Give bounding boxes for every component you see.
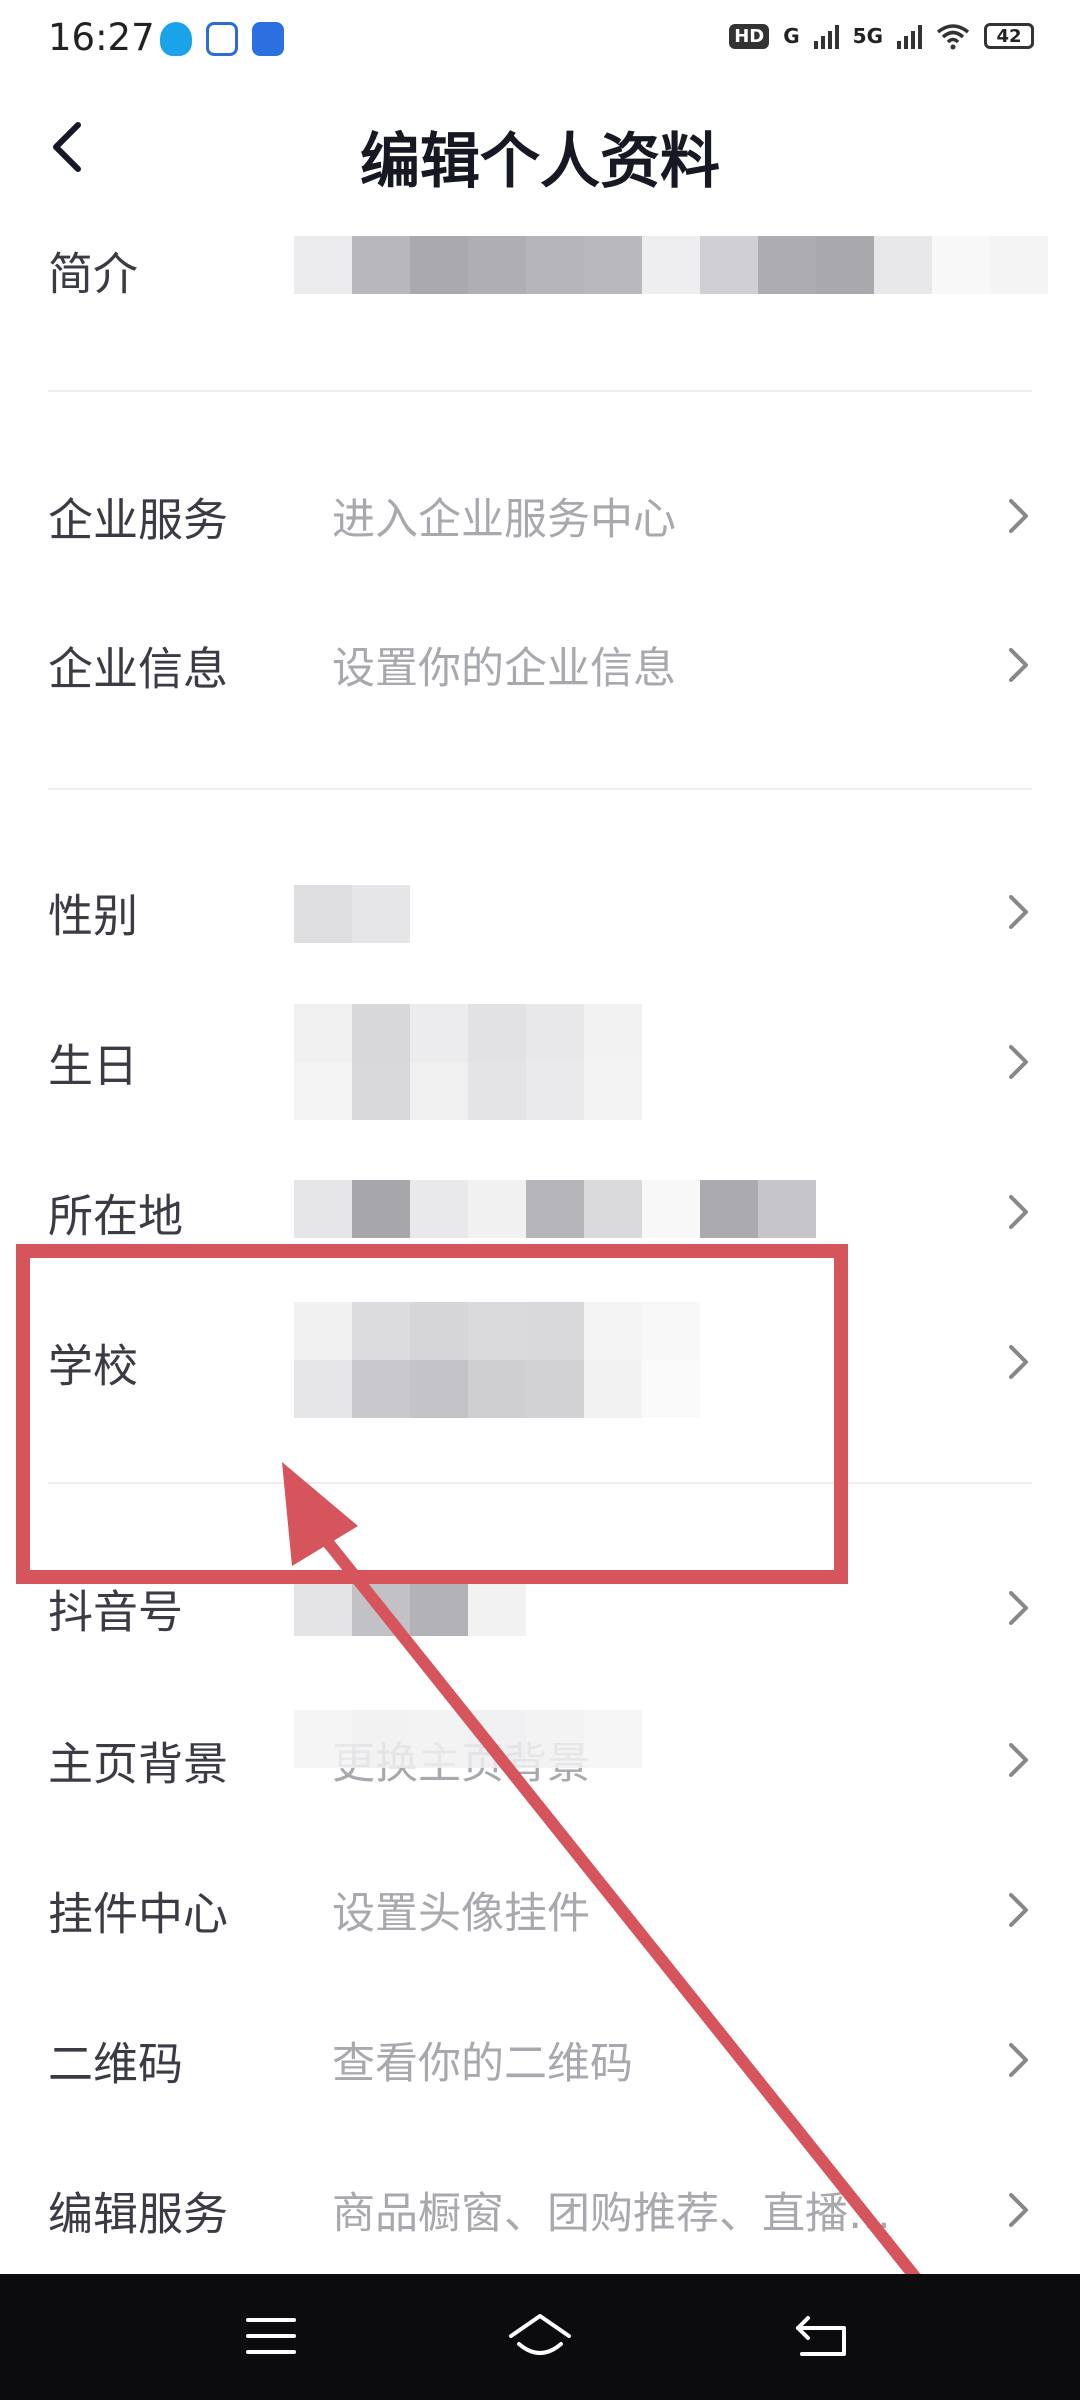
status-bar: 16:27 HD G 5G 42 xyxy=(0,0,1080,80)
chevron-right-icon xyxy=(1009,2043,1028,2077)
status-indicators: HD G 5G 42 xyxy=(729,22,1034,50)
row-value: 查看你的二维码 xyxy=(332,2039,633,2089)
row-birthday[interactable]: 生日 xyxy=(0,1002,1080,1122)
blurred-bio-value xyxy=(294,236,1064,294)
chevron-right-icon xyxy=(1009,1591,1028,1625)
blurred-overlay xyxy=(294,1710,642,1768)
network-label-5g: 5G xyxy=(852,24,883,48)
chevron-right-icon xyxy=(1009,895,1028,929)
app-notification-icon xyxy=(252,22,284,56)
row-label: 所在地 xyxy=(48,1189,184,1243)
chevron-right-icon xyxy=(1009,1195,1028,1229)
home-icon[interactable] xyxy=(505,2306,575,2366)
blurred-location-value xyxy=(294,1180,874,1238)
system-nav-bar xyxy=(0,2274,1080,2400)
row-value: 商品橱窗、团购推荐、直播… xyxy=(332,2189,891,2239)
row-qr-code[interactable]: 二维码 查看你的二维码 xyxy=(0,2000,1080,2120)
notification-icons xyxy=(160,22,284,56)
chevron-right-icon xyxy=(1009,1345,1028,1379)
qq-icon xyxy=(160,22,192,56)
row-value: 进入企业服务中心 xyxy=(332,495,676,545)
header: 编辑个人资料 xyxy=(0,95,1080,205)
row-homepage-background[interactable]: 主页背景 更换主页背景 xyxy=(0,1700,1080,1820)
row-label: 性别 xyxy=(48,889,139,943)
row-edit-service[interactable]: 编辑服务 商品橱窗、团购推荐、直播… xyxy=(0,2150,1080,2270)
annotation-highlight-box xyxy=(16,1244,848,1584)
divider xyxy=(48,390,1032,392)
row-value: 设置你的企业信息 xyxy=(332,644,676,694)
page-title: 编辑个人资料 xyxy=(360,127,720,197)
row-label: 主页背景 xyxy=(48,1737,229,1791)
chevron-right-icon xyxy=(1009,1045,1028,1079)
row-label: 抖音号 xyxy=(48,1585,184,1639)
battery-icon: 42 xyxy=(984,23,1034,49)
signal-icon-2 xyxy=(897,23,922,49)
chevron-right-icon xyxy=(1009,1743,1028,1777)
chevron-right-icon xyxy=(1009,2193,1028,2227)
blurred-gender-value xyxy=(294,885,410,943)
wifi-icon xyxy=(936,24,970,50)
back-nav-icon[interactable] xyxy=(788,2306,858,2366)
row-label: 挂件中心 xyxy=(48,1887,229,1941)
status-time: 16:27 xyxy=(48,16,155,59)
network-label-g: G xyxy=(783,24,800,48)
row-enterprise-info[interactable]: 企业信息 设置你的企业信息 xyxy=(0,605,1080,725)
menu-icon[interactable] xyxy=(236,2306,306,2366)
row-label: 简介 xyxy=(48,247,139,301)
row-label: 企业服务 xyxy=(48,493,229,547)
chevron-right-icon xyxy=(1009,1893,1028,1927)
row-pendant-center[interactable]: 挂件中心 设置头像挂件 xyxy=(0,1850,1080,1970)
hd-badge: HD xyxy=(729,23,770,49)
baidu-icon xyxy=(206,22,238,56)
row-bio[interactable]: 简介 xyxy=(0,210,1080,330)
row-label: 生日 xyxy=(48,1039,139,1093)
row-label: 二维码 xyxy=(48,2037,184,2091)
chevron-right-icon xyxy=(1009,499,1028,533)
divider xyxy=(48,788,1032,790)
row-value: 设置头像挂件 xyxy=(332,1889,590,1939)
row-enterprise-service[interactable]: 企业服务 进入企业服务中心 xyxy=(0,456,1080,576)
chevron-right-icon xyxy=(1009,648,1028,682)
blurred-douyin-id-value xyxy=(294,1578,526,1636)
row-label: 企业信息 xyxy=(48,642,229,696)
row-gender[interactable]: 性别 xyxy=(0,852,1080,972)
signal-icon xyxy=(813,23,839,49)
row-label: 编辑服务 xyxy=(48,2187,229,2241)
blurred-birthday-value xyxy=(294,1004,642,1120)
